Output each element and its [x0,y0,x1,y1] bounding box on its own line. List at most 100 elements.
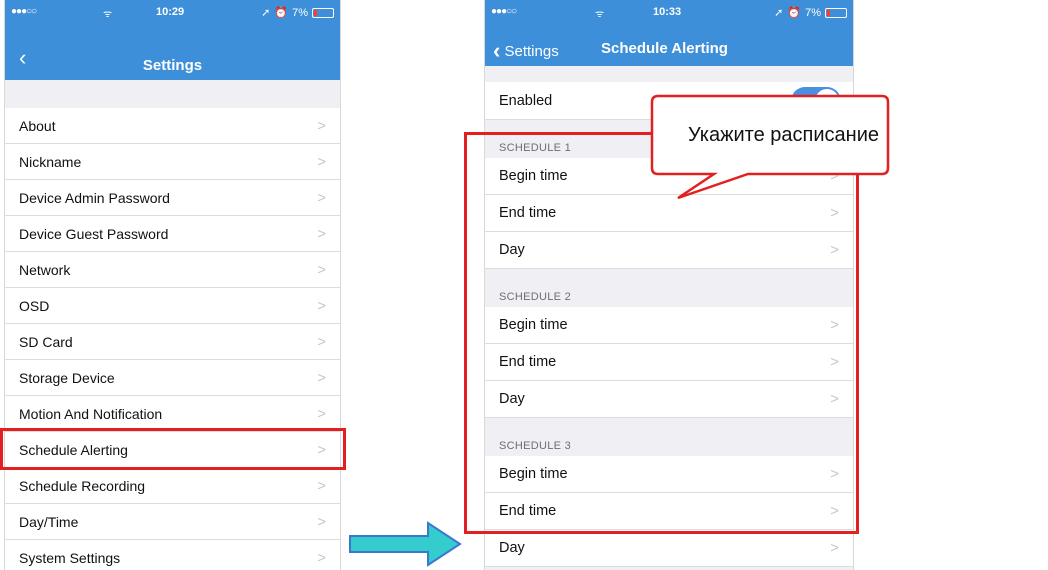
signal-icon: ●●●○○ [491,6,517,17]
schedule-3-end-time-row[interactable]: End time > [485,493,853,530]
settings-item-device-admin-password[interactable]: Device Admin Password > [5,180,340,216]
wifi-icon: ᯤ [595,9,605,20]
battery-percent: 7% [805,6,821,19]
schedule-2-begin-time-row[interactable]: Begin time > [485,307,853,344]
schedule-header: SCHEDULE 3 [485,418,853,456]
schedule-row-label: Day [499,242,525,258]
chevron-right-icon: > [317,189,326,206]
chevron-right-icon: > [317,441,326,458]
settings-item-schedule-recording[interactable]: Schedule Recording > [5,468,340,504]
settings-item-label: Network [19,261,71,278]
settings-item-network[interactable]: Network > [5,252,340,288]
callout: Укажите расписание [650,94,890,204]
schedule-3-begin-time-row[interactable]: Begin time > [485,456,853,493]
alarm-icon: ⏰ [274,7,289,19]
settings-item-label: Storage Device [19,369,115,386]
settings-item-label: Nickname [19,153,82,170]
navbar: ●●●○○ ᯤ 10:33 ➚ ⏰ 7% ‹ Settings Schedule… [485,0,853,66]
right-arrow-icon [349,521,462,567]
schedule-row-label: Begin time [499,466,568,482]
settings-item-label: About [19,117,56,134]
schedule-1-day-row[interactable]: Day > [485,232,853,269]
schedule-row-label: Begin time [499,168,568,184]
section-spacer [5,80,340,108]
settings-item-sd-card[interactable]: SD Card > [5,324,340,360]
enabled-label: Enabled [499,92,553,109]
schedule-row-label: Day [499,540,525,556]
settings-item-label: System Settings [19,549,121,566]
chevron-right-icon: > [830,204,839,222]
wifi-icon: ᯤ [103,9,113,20]
chevron-right-icon: > [317,117,326,134]
schedule-header-label: SCHEDULE 3 [499,440,572,452]
chevron-right-icon: > [317,513,326,530]
settings-item-device-guest-password[interactable]: Device Guest Password > [5,216,340,252]
schedule-row-label: Begin time [499,317,568,333]
chevron-right-icon: > [317,333,326,350]
settings-item-label: OSD [19,297,50,314]
back-button[interactable]: ‹ Settings [493,38,559,64]
schedule-header-label: SCHEDULE 2 [499,291,572,303]
schedule-2-day-row[interactable]: Day > [485,381,853,418]
schedule-row-label: End time [499,205,557,221]
chevron-right-icon: > [317,369,326,386]
chevron-right-icon: > [830,241,839,259]
battery-icon [312,7,334,18]
settings-item-label: Motion And Notification [19,405,163,422]
schedule-3-day-row[interactable]: Day > [485,530,853,567]
chevron-right-icon: > [830,390,839,408]
chevron-right-icon: > [317,405,326,422]
chevron-right-icon: > [317,153,326,170]
schedule-2-end-time-row[interactable]: End time > [485,344,853,381]
chevron-right-icon: > [317,297,326,314]
location-icon: ➚ [261,7,271,19]
settings-item-storage-device[interactable]: Storage Device > [5,360,340,396]
status-battery: ➚ ⏰ 7% [261,6,334,19]
chevron-right-icon: > [317,549,326,566]
callout-text: Укажите расписание [688,124,879,146]
chevron-right-icon: > [830,353,839,371]
signal-icon: ●●●○○ [11,6,37,17]
schedule-header-label: SCHEDULE 1 [499,142,572,154]
chevron-right-icon: > [830,465,839,483]
settings-item-osd[interactable]: OSD > [5,288,340,324]
chevron-right-icon: > [317,261,326,278]
settings-item-label: Schedule Alerting [19,441,128,458]
schedule-row-label: End time [499,503,557,519]
chevron-right-icon: > [317,225,326,242]
settings-item-schedule-alerting[interactable]: Schedule Alerting > [5,432,340,468]
battery-percent: 7% [292,6,308,19]
settings-item-motion-and-notification[interactable]: Motion And Notification > [5,396,340,432]
settings-item-system-settings[interactable]: System Settings > [5,540,340,570]
schedule-row-label: Day [499,391,525,407]
settings-item-label: Device Guest Password [19,225,169,242]
settings-item-label: Day/Time [19,513,79,530]
navbar: ●●●○○ ᯤ 10:29 ➚ ⏰ 7% ‹ Settings [5,0,340,80]
schedule-alerting-screen: ●●●○○ ᯤ 10:33 ➚ ⏰ 7% ‹ Settings Schedule… [484,0,854,570]
schedule-row-label: End time [499,354,557,370]
battery-icon [825,7,847,18]
schedule-header: SCHEDULE 2 [485,269,853,307]
settings-item-nickname[interactable]: Nickname > [5,144,340,180]
callout-bubble-icon [650,94,890,200]
page-title: Settings [142,57,203,74]
status-battery: ➚ ⏰ 7% [774,6,847,19]
settings-item-label: Device Admin Password [19,189,170,206]
status-time: 10:29 [156,6,185,18]
settings-item-label: Schedule Recording [19,477,146,494]
status-time: 10:33 [653,6,682,18]
chevron-right-icon: > [830,316,839,334]
settings-screen: ●●●○○ ᯤ 10:29 ➚ ⏰ 7% ‹ Settings About > Ni… [4,0,341,570]
chevron-right-icon: > [830,539,839,557]
back-label: Settings [504,43,559,60]
section-spacer [485,66,853,82]
location-icon: ➚ [774,7,784,19]
settings-item-day-time[interactable]: Day/Time > [5,504,340,540]
chevron-right-icon: > [317,477,326,494]
settings-item-about[interactable]: About > [5,108,340,144]
alarm-icon: ⏰ [787,7,802,19]
chevron-left-icon: ‹ [493,38,501,63]
page-title: Schedule Alerting [601,40,728,57]
settings-item-label: SD Card [19,333,73,350]
chevron-right-icon: > [830,502,839,520]
